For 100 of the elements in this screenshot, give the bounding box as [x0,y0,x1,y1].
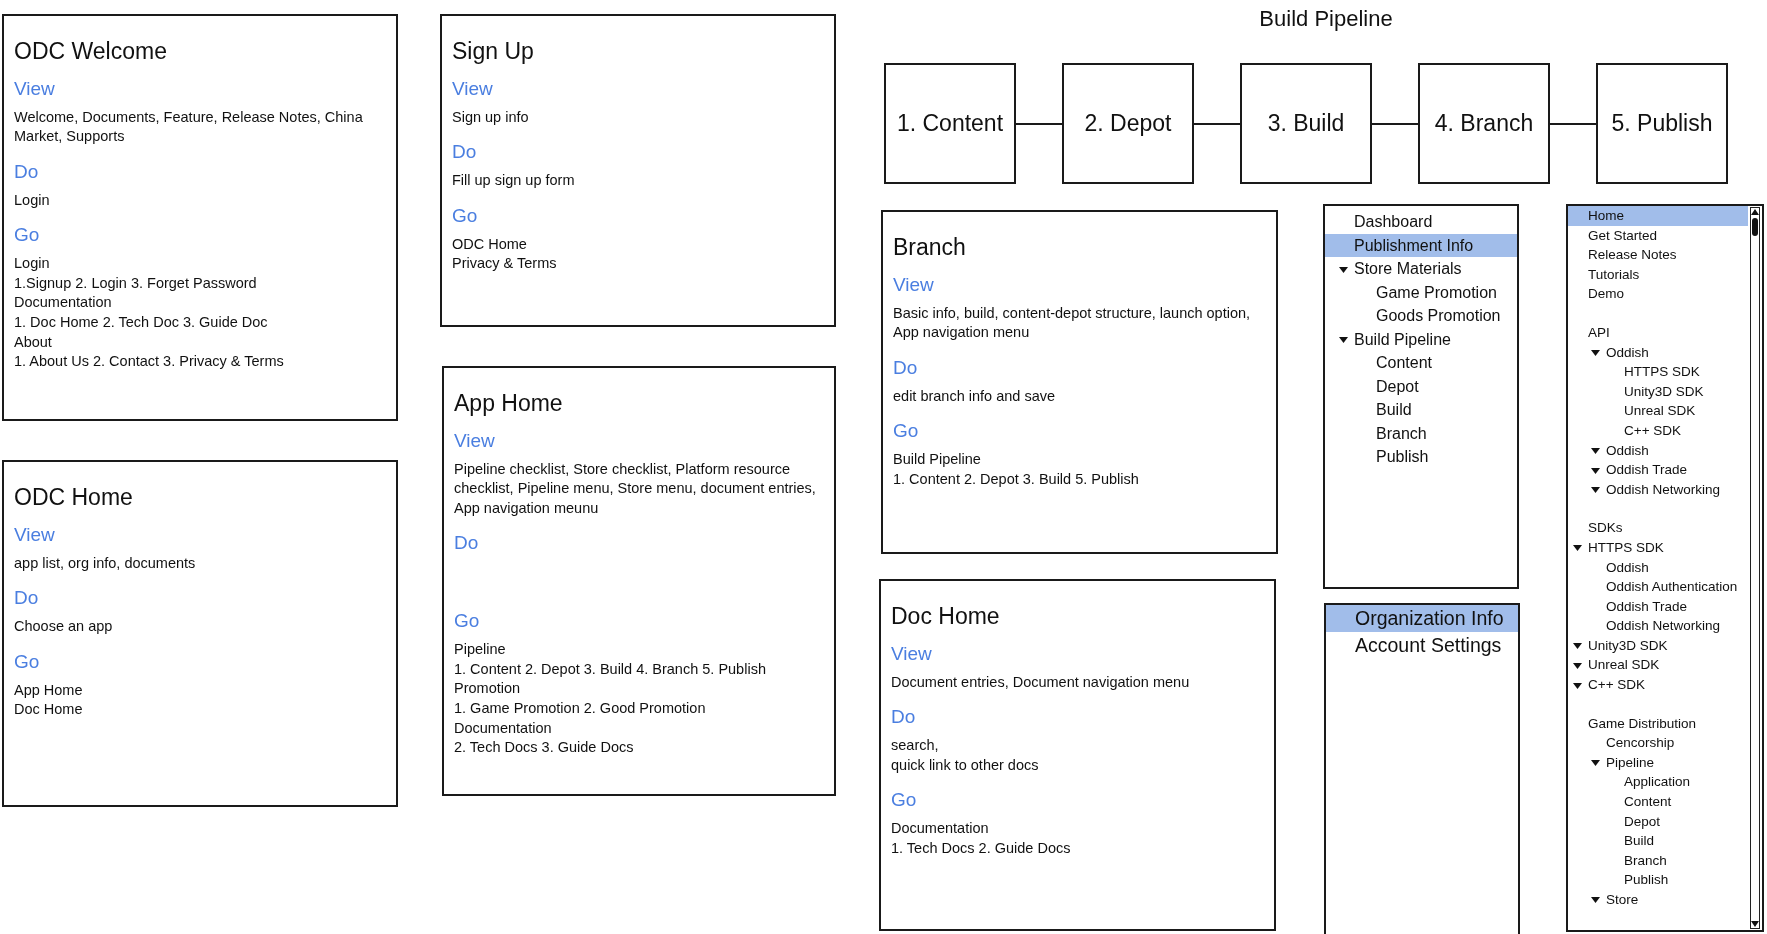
section-heading: Do [14,160,39,184]
tree-item[interactable]: Content [1325,351,1517,375]
section-heading: Go [891,789,917,813]
tree-item[interactable]: Get Started [1568,225,1748,246]
section-heading: Go [14,650,40,674]
caret-icon[interactable] [1573,643,1582,650]
tree-item[interactable]: Oddish Networking [1568,616,1748,636]
tree-item[interactable]: Organization Info [1326,605,1518,632]
tree-item[interactable]: Publishment Info [1325,233,1517,257]
description-text: quick link to other docs [891,755,1039,775]
screen-title: Sign Up [452,38,535,66]
tree-item[interactable]: Account Settings [1326,632,1518,659]
tree-item[interactable]: Publish [1325,445,1517,469]
tree-item[interactable]: Home [1568,206,1748,226]
tree-item[interactable]: Content [1568,792,1748,812]
caret-icon[interactable] [1591,447,1600,454]
tree-item[interactable]: Oddish Trade [1568,460,1748,480]
tree-item[interactable]: Release Notes [1568,245,1748,265]
tree-item[interactable]: Unreal SDK [1568,401,1748,421]
screen-title: ODC Welcome [14,38,168,66]
scroll-down-icon[interactable] [1751,920,1759,928]
tree-item[interactable]: Tutorials [1568,264,1748,285]
caret-icon[interactable] [1591,760,1600,767]
tree-item[interactable]: Dashboard [1325,210,1517,234]
caret-icon[interactable] [1591,350,1600,356]
description-text: 1. Content 2. Depot 3. Build 5. Publish [893,469,1139,489]
caret-icon[interactable] [1591,487,1600,494]
section-heading: View [14,77,55,101]
description-text: Documentation [891,819,989,839]
description-text: Documentation [454,718,552,738]
diagram-title: Build Pipeline [1258,5,1394,33]
description-text: Fill up sign up form [452,171,575,191]
section-heading: Do [452,141,477,164]
description-text: search, [891,736,939,756]
caret-icon[interactable] [1573,682,1582,689]
tree-item[interactable]: Oddish Trade [1568,596,1748,617]
description-text: ODC Home [452,234,527,254]
description-text: 1. Tech Docs 2. Guide Docs [891,838,1071,858]
tree-item[interactable]: Oddish [1568,440,1748,461]
tree-item[interactable]: Build [1325,398,1517,422]
tree-item[interactable]: Application [1568,772,1748,793]
tree-item[interactable]: SDKs [1568,518,1748,538]
description-text: 1. About Us 2. Contact 3. Privacy & Terms [14,352,284,372]
description-text: 1. Content 2. Depot 3. Build 4. Branch 5. Publish [454,659,766,679]
description-text: Privacy & Terms [452,254,557,274]
description-text: Documentation [14,293,112,313]
description-text: app list, org info, documents [14,553,196,573]
tree-item[interactable]: Game Promotion [1325,280,1517,304]
tree-item[interactable]: C++ SDK [1568,420,1748,441]
description-text: Pipeline checklist, Store checklist, Platform resource checklist, Pipeline menu, Store menu, document entries, App navigation meunu [454,459,817,518]
description-text: 1. Doc Home 2. Tech Doc 3. Guide Doc [14,312,268,332]
scroll-thumb[interactable] [1752,218,1758,236]
description-text: About [14,332,52,352]
description-text: Basic info, build, content-depot structure, launch option, App navigation menu [893,303,1252,343]
tree-item[interactable]: Cencorship [1568,733,1748,753]
tree-item[interactable]: Depot [1325,374,1517,398]
scrollbar[interactable] [1750,207,1760,929]
caret-icon[interactable] [1591,897,1600,904]
tree-item[interactable]: Depot [1568,811,1748,832]
description-text: Doc Home [14,700,83,720]
tree-item[interactable]: Oddish [1568,557,1748,578]
tree-item[interactable]: Unity3D SDK [1568,381,1748,402]
tree-item[interactable]: HTTPS SDK [1568,537,1748,558]
tree-item[interactable]: Pipeline [1568,752,1748,773]
tree-item[interactable]: Publish [1568,870,1748,890]
tree-item[interactable]: HTTPS SDK [1568,362,1748,382]
caret-icon[interactable] [1591,467,1600,474]
scroll-up-icon[interactable] [1751,208,1759,216]
tree-item[interactable]: Demo [1568,284,1748,304]
tree-item[interactable]: Unity3D SDK [1568,635,1748,656]
tree-item[interactable]: Branch [1325,421,1517,445]
description-text: edit branch info and save [893,386,1056,406]
section-heading: Do [891,706,916,729]
caret-icon[interactable] [1573,545,1582,552]
tree-item[interactable]: API [1568,322,1748,343]
section-heading: Do [454,532,479,556]
section-heading: Do [893,356,918,380]
tree-item[interactable]: Unreal SDK [1568,655,1748,676]
description-text: Pipeline [454,640,506,660]
tree-item[interactable]: Branch [1568,850,1748,871]
caret-icon[interactable] [1339,337,1348,344]
section-heading: View [452,77,493,101]
tree-item[interactable]: Build [1568,831,1748,851]
tree-item[interactable]: Goods Promotion [1325,304,1517,328]
tree-item[interactable]: Build Pipeline [1325,327,1517,351]
section-heading: Go [454,610,480,634]
caret-icon[interactable] [1573,662,1582,669]
description-text: Login [14,190,50,210]
tree-item[interactable]: Oddish Networking [1568,479,1748,500]
description-text: Document entries, Document navigation menu [891,672,1190,692]
tree-item[interactable]: Store Materials [1325,257,1517,281]
tree-item[interactable]: Oddish Authentication [1568,577,1748,597]
tree-item[interactable]: C++ SDK [1568,675,1748,695]
description-text: Sign up info [452,107,529,127]
section-heading: Do [14,587,39,610]
tree-item[interactable]: Game Distribution [1568,713,1748,734]
caret-icon[interactable] [1339,266,1348,273]
section-heading: View [454,429,495,453]
tree-item[interactable]: Oddish [1568,342,1748,363]
tree-item[interactable]: Store [1568,890,1748,910]
